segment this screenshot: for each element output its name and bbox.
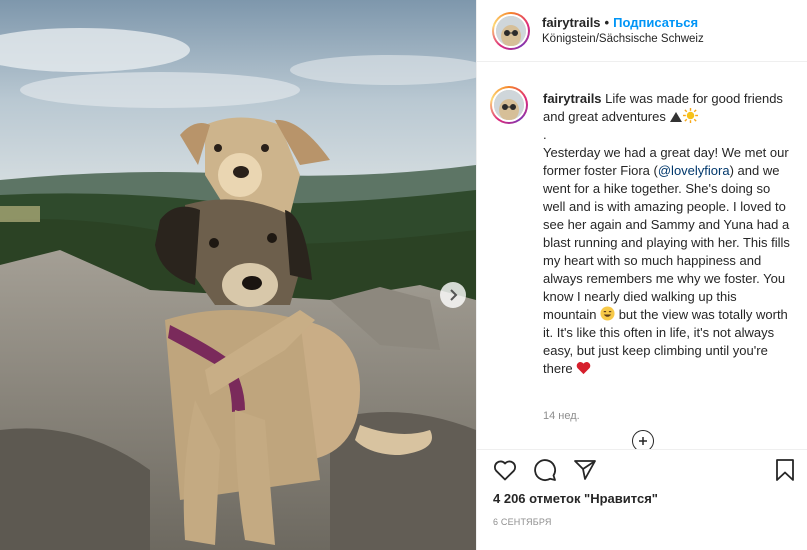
grinning-sweat-emoji-icon — [600, 306, 615, 321]
caption-text-2: ) and we went for a hike together. She's… — [543, 163, 794, 322]
header-username[interactable]: fairytrails — [542, 15, 601, 30]
paper-plane-icon — [574, 460, 596, 480]
location-link[interactable]: Königstein/Sächsische Schweiz — [542, 33, 704, 45]
post-side-panel: fairytrails • Подписаться Königstein/Säc… — [476, 0, 807, 550]
like-button[interactable] — [492, 457, 518, 483]
chevron-right-icon — [450, 289, 458, 301]
next-image-button[interactable] — [440, 282, 466, 308]
follow-button[interactable]: Подписаться — [613, 15, 698, 30]
separator-dot: • — [604, 15, 610, 30]
caption-username[interactable]: fairytrails — [543, 91, 602, 106]
dog-avatar-image — [494, 90, 524, 120]
post-photo[interactable] — [0, 0, 476, 550]
caption-dot-line: . — [543, 127, 547, 142]
caption-time[interactable]: 14 нед. — [543, 410, 580, 422]
plus-circle-icon — [639, 437, 647, 445]
mountain-emoji-icon — [670, 112, 683, 122]
post-actions-bar — [477, 449, 807, 489]
caption-avatar[interactable] — [490, 86, 528, 124]
mention-link[interactable]: @lovelyfiora — [658, 163, 730, 178]
heart-outline-icon — [493, 460, 517, 481]
comments-area: fairytrails Life was made for good frien… — [477, 63, 807, 449]
comment-bubble-icon — [534, 459, 556, 481]
post-header: fairytrails • Подписаться Königstein/Säc… — [477, 0, 807, 62]
share-button[interactable] — [572, 457, 598, 483]
avatar[interactable] — [492, 12, 530, 50]
post-caption: fairytrails Life was made for good frien… — [543, 90, 793, 378]
comment-button[interactable] — [532, 457, 558, 483]
post-date[interactable]: 6 СЕНТЯБРЯ — [493, 517, 552, 527]
dog-avatar-image — [496, 16, 526, 46]
save-button[interactable] — [772, 457, 798, 483]
bookmark-icon — [776, 459, 794, 481]
likes-count[interactable]: 4 206 отметок "Нравится" — [493, 491, 658, 506]
sun-emoji-icon — [683, 108, 699, 123]
dogs-on-mountain-image — [0, 0, 476, 550]
load-more-comments-button[interactable] — [632, 430, 654, 449]
red-heart-emoji-icon — [576, 362, 591, 375]
